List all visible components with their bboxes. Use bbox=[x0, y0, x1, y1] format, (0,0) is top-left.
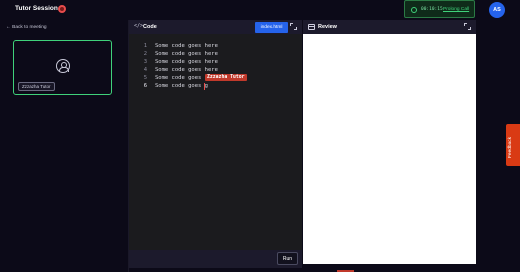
line-text: Some code goes h bbox=[155, 75, 208, 81]
line-text: Some code goes here bbox=[155, 67, 218, 73]
review-panel-header: Review bbox=[303, 20, 476, 34]
person-icon bbox=[56, 59, 70, 73]
line-text: Some code goes here bbox=[155, 43, 218, 49]
line-text: Some code goes here bbox=[155, 51, 218, 57]
clock-icon bbox=[411, 7, 417, 13]
line-text: Some code goes here bbox=[155, 59, 218, 65]
line-number: 3 bbox=[143, 59, 147, 65]
call-timer-banner: 00:10:15 Prolong Call bbox=[404, 0, 475, 18]
line-number: 6 bbox=[143, 83, 147, 89]
code-panel-header: </> Code index.html bbox=[129, 20, 302, 34]
line-number: 4 bbox=[143, 67, 147, 73]
participant-video-tile[interactable]: Zzzazha Tutor bbox=[13, 40, 112, 95]
prolong-call-link[interactable]: Prolong Call bbox=[443, 7, 469, 12]
remote-cursor-label: Zzzazha Tutor bbox=[205, 74, 247, 81]
browser-window-icon bbox=[308, 24, 315, 30]
recording-icon bbox=[58, 5, 66, 13]
code-line: 2 Some code goes here bbox=[129, 51, 302, 59]
line-number: 2 bbox=[143, 51, 147, 57]
code-panel-title: Code bbox=[143, 24, 157, 30]
top-bar: Tutor Session 00:10:15 Prolong Call AS bbox=[0, 0, 520, 20]
user-avatar[interactable]: AS bbox=[489, 2, 505, 18]
code-editor[interactable]: 1 Some code goes here 2 Some code goes h… bbox=[129, 34, 302, 250]
file-tab-index-html[interactable]: index.html bbox=[255, 22, 288, 33]
code-icon: </> bbox=[134, 23, 144, 29]
feedback-label: Feedback bbox=[508, 136, 513, 158]
code-line: 1 Some code goes here bbox=[129, 43, 302, 51]
line-text: Some code goes g bbox=[155, 83, 208, 89]
review-panel-title: Review bbox=[318, 24, 337, 30]
back-to-meeting-link[interactable]: ← Back to meeting bbox=[6, 25, 47, 30]
code-line: 6 Some code goes g bbox=[129, 83, 302, 91]
code-line: 3 Some code goes here bbox=[129, 59, 302, 67]
review-preview-pane[interactable] bbox=[303, 34, 476, 264]
run-bar: Run bbox=[129, 250, 302, 268]
participant-name-tag: Zzzazha Tutor bbox=[18, 82, 55, 91]
code-line: 5 Some code goes h Zzzazha Tutor bbox=[129, 74, 302, 83]
call-timer: 00:10:15 bbox=[421, 7, 443, 12]
expand-review-icon[interactable] bbox=[464, 23, 471, 30]
line-number: 5 bbox=[143, 75, 147, 81]
page-title: Tutor Session bbox=[15, 5, 58, 12]
run-button[interactable]: Run bbox=[277, 252, 298, 265]
expand-code-icon[interactable] bbox=[290, 23, 297, 30]
line-number: 1 bbox=[143, 43, 147, 49]
remote-cursor-caret bbox=[204, 83, 205, 90]
feedback-button[interactable]: Feedback bbox=[506, 124, 520, 166]
